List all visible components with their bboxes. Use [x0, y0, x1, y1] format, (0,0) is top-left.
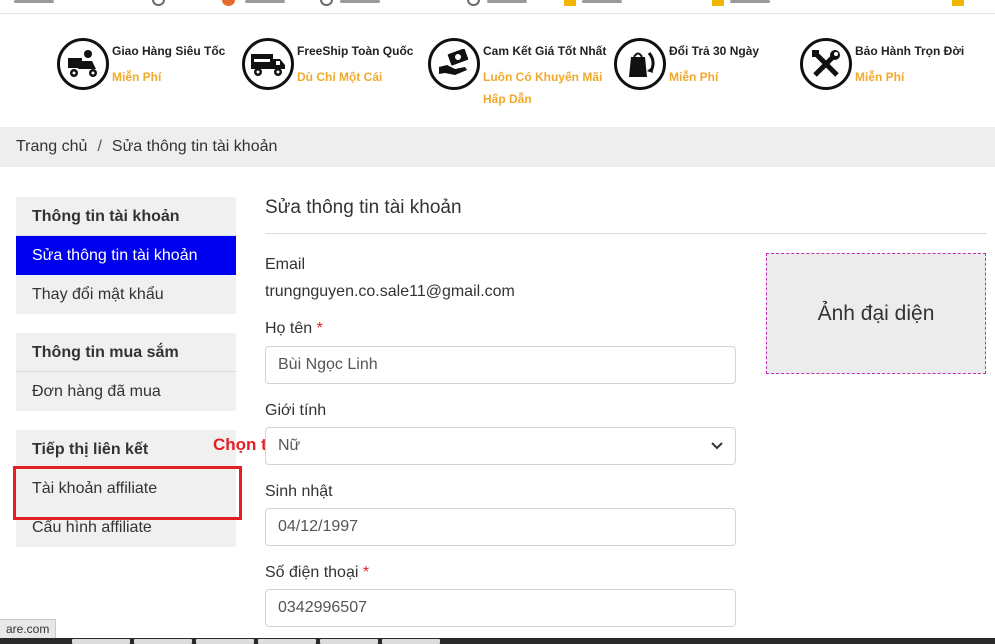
name-label: Họ tên *: [265, 320, 323, 338]
email-label: Email: [265, 256, 306, 273]
bookmark-item[interactable]: [340, 0, 380, 3]
bookmark-item[interactable]: [14, 0, 54, 3]
bookmark-folder-icon[interactable]: [564, 0, 576, 6]
gender-label: Giới tính: [265, 402, 327, 419]
taskbar-button[interactable]: [320, 639, 378, 644]
browser-bookmarks-bar: [0, 0, 995, 14]
return-bag-icon: [614, 38, 666, 90]
feature-subtitle: Miễn Phí: [112, 70, 162, 84]
feature-title: Cam Kết Giá Tốt Nhất: [483, 44, 607, 58]
gender-selected-value: Nữ: [278, 437, 301, 454]
features-row: Giao Hàng Siêu Tốc Miễn Phí FreeShip Toà…: [0, 36, 995, 116]
bookmark-globe-icon[interactable]: [467, 0, 480, 6]
taskbar-button[interactable]: [134, 639, 192, 644]
feature-fast-delivery: Giao Hàng Siêu Tốc Miễn Phí: [57, 36, 227, 116]
page-title: Sửa thông tin tài khoản: [265, 197, 462, 218]
feature-warranty: Bảo Hành Trọn Đời Miễn Phí: [800, 36, 970, 116]
delivery-scooter-icon: [57, 38, 109, 90]
breadcrumb-separator: /: [97, 138, 102, 155]
bookmark-orange-icon[interactable]: [222, 0, 235, 6]
sidebar-group-title: Thông tin mua sắm: [16, 333, 236, 372]
feature-title: Đổi Trả 30 Ngày: [669, 44, 760, 58]
taskbar-button[interactable]: [196, 639, 254, 644]
chevron-down-icon: [711, 437, 723, 455]
birthday-label: Sinh nhật: [265, 483, 333, 500]
email-value: trungnguyen.co.sale11@gmail.com: [265, 283, 515, 300]
birthday-input[interactable]: [265, 508, 736, 546]
money-hand-icon: [428, 38, 480, 90]
taskbar-button[interactable]: [72, 639, 130, 644]
feature-freeship: FreeShip Toàn Quốc Dù Chỉ Một Cái: [242, 36, 417, 116]
bookmark-globe-icon[interactable]: [152, 0, 165, 6]
name-input[interactable]: [265, 346, 736, 384]
annotation-highlight-box: [13, 466, 242, 520]
feature-subtitle: Luôn Có Khuyến Mãi Hấp Dẫn: [483, 70, 603, 106]
bookmark-item[interactable]: [245, 0, 285, 3]
taskbar-button[interactable]: [382, 639, 440, 644]
feature-subtitle: Miễn Phí: [855, 70, 905, 84]
breadcrumb-current: Sửa thông tin tài khoản: [111, 138, 278, 155]
sidebar-item-orders[interactable]: Đơn hàng đã mua: [16, 372, 236, 411]
feature-title: FreeShip Toàn Quốc: [297, 44, 414, 58]
bookmark-item[interactable]: [582, 0, 622, 3]
taskbar: [0, 638, 995, 644]
name-label-text: Họ tên: [265, 320, 313, 337]
sidebar-group-title: Tiếp thị liên kết: [16, 430, 236, 469]
phone-input[interactable]: [265, 589, 736, 627]
sidebar-group-title: Thông tin tài khoản: [16, 197, 236, 236]
bookmark-folder-icon[interactable]: [712, 0, 724, 6]
bookmark-item[interactable]: [487, 0, 527, 3]
title-divider: [265, 233, 987, 234]
browser-status-bar: are.com: [0, 619, 57, 639]
feature-subtitle: Miễn Phí: [669, 70, 719, 84]
avatar-upload[interactable]: Ảnh đại diện: [766, 253, 986, 374]
delivery-truck-icon: [242, 38, 294, 90]
sidebar-group-account: Thông tin tài khoản Sửa thông tin tài kh…: [16, 197, 236, 314]
feature-return: Đổi Trả 30 Ngày Miễn Phí: [614, 36, 774, 116]
feature-subtitle: Dù Chỉ Một Cái: [297, 70, 383, 84]
tools-icon: [800, 38, 852, 90]
feature-title: Bảo Hành Trọn Đời: [855, 44, 965, 58]
phone-label-text: Số điện thoại: [265, 564, 359, 581]
taskbar-button[interactable]: [258, 639, 316, 644]
sidebar-group-shopping: Thông tin mua sắm Đơn hàng đã mua: [16, 333, 236, 411]
bookmark-globe-icon[interactable]: [320, 0, 333, 6]
feature-best-price: Cam Kết Giá Tốt Nhất Luôn Có Khuyến Mãi …: [428, 36, 608, 116]
page: Giao Hàng Siêu Tốc Miễn Phí FreeShip Toà…: [0, 0, 995, 644]
breadcrumb-home-link[interactable]: Trang chủ: [16, 138, 87, 156]
bookmark-folder-icon[interactable]: [952, 0, 964, 6]
avatar-label: Ảnh đại diện: [817, 301, 935, 325]
sidebar-item-edit-account[interactable]: Sửa thông tin tài khoản: [16, 236, 236, 275]
feature-title: Giao Hàng Siêu Tốc: [112, 44, 226, 58]
required-mark: *: [316, 320, 323, 337]
required-mark: *: [362, 564, 370, 581]
breadcrumb: Trang chủ / Sửa thông tin tài khoản: [0, 127, 995, 167]
phone-label: Số điện thoại *: [265, 564, 369, 582]
gender-select[interactable]: Nữ: [265, 427, 736, 465]
sidebar-item-change-password[interactable]: Thay đổi mật khẩu: [16, 275, 236, 314]
bookmark-item[interactable]: [730, 0, 770, 3]
